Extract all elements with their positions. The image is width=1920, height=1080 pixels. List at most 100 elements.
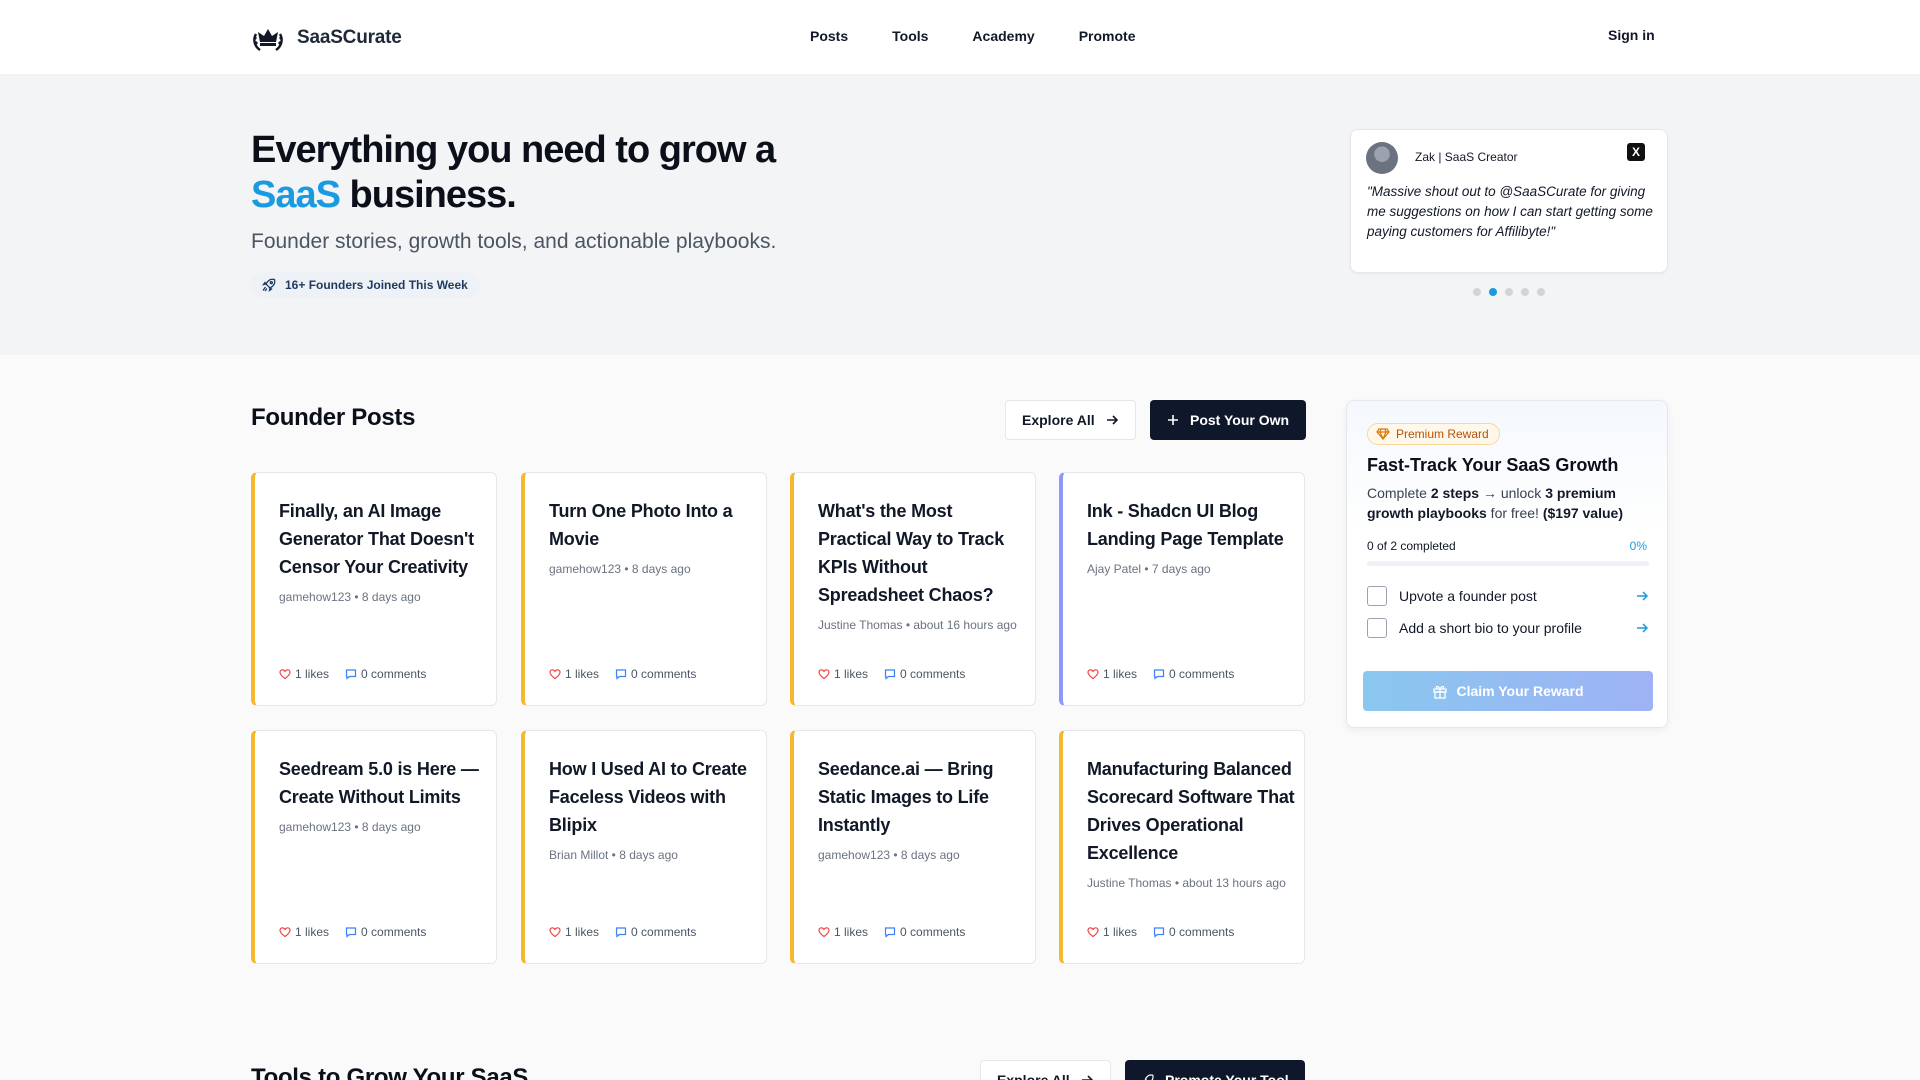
- claim-reward-label: Claim Your Reward: [1456, 683, 1584, 699]
- like-button[interactable]: 1 likes: [1087, 667, 1137, 681]
- reward-desc-steps: 2 steps: [1430, 485, 1480, 501]
- founders-joined-badge: 16+ Founders Joined This Week: [251, 272, 480, 298]
- likes-count: 1 likes: [295, 925, 330, 939]
- comments-count: 0 comments: [631, 925, 697, 939]
- task-add-bio[interactable]: Add a short bio to your profile: [1367, 617, 1649, 639]
- post-your-own-label: Post Your Own: [1190, 412, 1290, 428]
- post-card-title[interactable]: Turn One Photo Into a Movie: [549, 497, 761, 553]
- post-card-meta: Justine Thomas • about 13 hours ago: [1087, 876, 1286, 890]
- comment-button[interactable]: 0 comments: [884, 667, 965, 681]
- post-card[interactable]: Seedance.ai — Bring Static Images to Lif…: [790, 730, 1036, 964]
- task-upvote-post[interactable]: Upvote a founder post: [1367, 585, 1649, 607]
- comment-icon: [884, 927, 896, 938]
- crown-laurel-logo-icon: [253, 29, 283, 51]
- sign-in-link[interactable]: Sign in: [1608, 27, 1655, 43]
- heart-icon: [549, 927, 561, 938]
- x-logo-icon[interactable]: X: [1627, 143, 1645, 161]
- post-card[interactable]: Finally, an AI Image Generator That Does…: [251, 472, 497, 706]
- main-nav: Posts Tools Academy Promote: [810, 28, 1135, 44]
- reward-desc-text: → unlock: [1479, 485, 1546, 501]
- post-card-actions: 1 likes 0 comments: [1087, 925, 1234, 939]
- heart-icon: [549, 669, 561, 680]
- nav-item-academy[interactable]: Academy: [972, 28, 1034, 44]
- hero-title-line2: business.: [339, 174, 517, 216]
- carousel-dot[interactable]: [1473, 288, 1481, 296]
- post-card-title[interactable]: Finally, an AI Image Generator That Does…: [279, 497, 491, 581]
- post-card-title[interactable]: Seedream 5.0 is Here — Create Without Li…: [279, 755, 491, 811]
- post-card-actions: 1 likes 0 comments: [1087, 667, 1234, 681]
- carousel-dot[interactable]: [1505, 288, 1513, 296]
- nav-item-posts[interactable]: Posts: [810, 28, 848, 44]
- hero-subtitle: Founder stories, growth tools, and actio…: [251, 230, 777, 253]
- post-card-title[interactable]: Seedance.ai — Bring Static Images to Lif…: [818, 755, 1030, 839]
- post-card[interactable]: How I Used AI to Create Faceless Videos …: [521, 730, 767, 964]
- comment-button[interactable]: 0 comments: [615, 667, 696, 681]
- like-button[interactable]: 1 likes: [818, 667, 868, 681]
- founders-joined-text: 16+ Founders Joined This Week: [285, 278, 468, 292]
- claim-reward-button[interactable]: Claim Your Reward: [1363, 671, 1653, 711]
- comment-button[interactable]: 0 comments: [1153, 925, 1234, 939]
- testimonial-quote: "Massive shout out to @SaaSCurate for gi…: [1367, 184, 1653, 239]
- tools-section-title: Tools to Grow Your SaaS: [251, 1064, 529, 1080]
- carousel-dot[interactable]: [1521, 288, 1529, 296]
- premium-reward-label: Premium Reward: [1396, 427, 1489, 441]
- comment-icon: [615, 927, 627, 938]
- testimonial-card: Zak | SaaS Creator X "Massive shout out …: [1350, 129, 1668, 273]
- like-button[interactable]: 1 likes: [279, 667, 329, 681]
- post-card[interactable]: Ink - Shadcn UI Blog Landing Page Templa…: [1059, 472, 1305, 706]
- heart-icon: [818, 669, 830, 680]
- comments-count: 0 comments: [900, 925, 966, 939]
- comment-icon: [884, 669, 896, 680]
- comment-button[interactable]: 0 comments: [615, 925, 696, 939]
- nav-item-promote[interactable]: Promote: [1079, 28, 1136, 44]
- promote-your-tool-button[interactable]: Promote Your Tool: [1125, 1060, 1305, 1080]
- reward-desc-value: ($197 value): [1542, 505, 1623, 521]
- post-card-title[interactable]: What's the Most Practical Way to Track K…: [818, 497, 1030, 609]
- likes-count: 1 likes: [295, 667, 330, 681]
- post-card-title[interactable]: Manufacturing Balanced Scorecard Softwar…: [1087, 755, 1299, 867]
- like-button[interactable]: 1 likes: [549, 925, 599, 939]
- brand-logo[interactable]: SaaSCurate: [251, 22, 402, 54]
- reward-desc-text: Complete: [1367, 485, 1431, 501]
- post-card[interactable]: What's the Most Practical Way to Track K…: [790, 472, 1036, 706]
- arrow-right-icon: [1637, 623, 1649, 633]
- post-card-meta: gamehow123 • 8 days ago: [279, 590, 421, 604]
- like-button[interactable]: 1 likes: [549, 667, 599, 681]
- hero-title-accent: SaaS: [251, 174, 341, 216]
- nav-item-tools[interactable]: Tools: [892, 28, 928, 44]
- post-card[interactable]: Manufacturing Balanced Scorecard Softwar…: [1059, 730, 1305, 964]
- carousel-dot-active[interactable]: [1489, 288, 1497, 296]
- reward-title: Fast-Track Your SaaS Growth: [1367, 455, 1619, 475]
- tools-explore-all-button[interactable]: Explore All: [980, 1060, 1111, 1080]
- task-checkbox[interactable]: [1367, 618, 1387, 638]
- post-card-actions: 1 likes 0 comments: [279, 925, 426, 939]
- like-button[interactable]: 1 likes: [1087, 925, 1137, 939]
- like-button[interactable]: 1 likes: [279, 925, 329, 939]
- post-card[interactable]: Seedream 5.0 is Here — Create Without Li…: [251, 730, 497, 964]
- comments-count: 0 comments: [900, 667, 966, 681]
- carousel-dot[interactable]: [1537, 288, 1545, 296]
- likes-count: 1 likes: [565, 667, 600, 681]
- post-card-actions: 1 likes 0 comments: [549, 925, 696, 939]
- founder-posts-title: Founder Posts: [251, 404, 416, 431]
- task-label: Add a short bio to your profile: [1399, 620, 1582, 636]
- comment-button[interactable]: 0 comments: [884, 925, 965, 939]
- comment-icon: [1153, 669, 1165, 680]
- explore-all-button[interactable]: Explore All: [1005, 400, 1136, 440]
- post-your-own-button[interactable]: Post Your Own: [1150, 400, 1306, 440]
- post-card[interactable]: Turn One Photo Into a Movie gamehow123 • …: [521, 472, 767, 706]
- task-checkbox[interactable]: [1367, 586, 1387, 606]
- post-card-title[interactable]: How I Used AI to Create Faceless Videos …: [549, 755, 761, 839]
- comment-button[interactable]: 0 comments: [1153, 667, 1234, 681]
- progress-percent: 0%: [1629, 539, 1647, 553]
- likes-count: 1 likes: [834, 667, 869, 681]
- likes-count: 1 likes: [565, 925, 600, 939]
- like-button[interactable]: 1 likes: [818, 925, 868, 939]
- post-card-title[interactable]: Ink - Shadcn UI Blog Landing Page Templa…: [1087, 497, 1299, 553]
- tools-explore-all-label: Explore All: [997, 1072, 1070, 1080]
- post-card-actions: 1 likes 0 comments: [818, 667, 965, 681]
- comment-button[interactable]: 0 comments: [345, 925, 426, 939]
- explore-all-label: Explore All: [1022, 412, 1095, 428]
- comment-button[interactable]: 0 comments: [345, 667, 426, 681]
- post-card-actions: 1 likes 0 comments: [279, 667, 426, 681]
